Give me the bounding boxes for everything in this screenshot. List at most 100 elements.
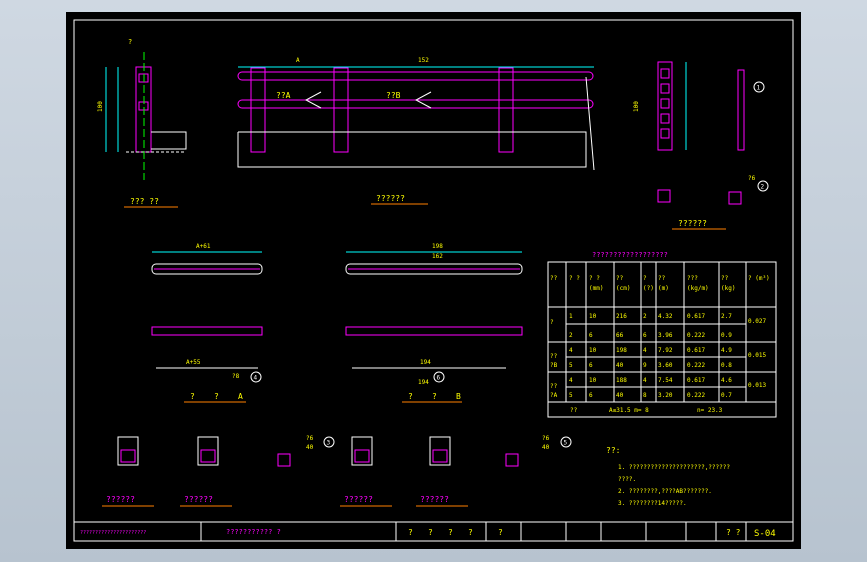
plan-caption: ?????? <box>376 194 405 203</box>
side-hole-5 <box>660 128 670 139</box>
post-2 <box>333 67 349 153</box>
title-cell-6: ? ? <box>726 528 741 537</box>
table-header-cell: (kg/m) <box>687 285 709 292</box>
rail-b-mid-dim: 162 <box>432 253 443 260</box>
note-3: 3. ????????14?????. <box>618 500 687 507</box>
table-cell: 10 <box>589 313 597 320</box>
table-cell: 4 <box>643 377 647 384</box>
table-cell: 216 <box>616 313 627 320</box>
table-cell: 0.9 <box>721 332 732 339</box>
title-drawing-name: ??????????? ? <box>226 528 281 536</box>
table-header-cell: ??? <box>687 275 698 282</box>
rail-b-caption-1: ? <box>408 392 413 401</box>
table-cell: 0.8 <box>721 362 732 369</box>
table-cell: 4.9 <box>721 347 732 354</box>
table-volume-cell: 0.013 <box>748 382 766 389</box>
table-cell: 1 <box>569 313 573 320</box>
table-cell: 4.32 <box>658 313 673 320</box>
rail-a-detail <box>151 251 263 383</box>
side-caption: ?????? <box>678 219 707 228</box>
detail-sections <box>117 436 572 467</box>
table-cell: 2.7 <box>721 313 732 320</box>
table-cell: 10 <box>589 377 597 384</box>
table-group-name: ?B <box>550 362 558 369</box>
table-group-name: ?? <box>550 383 558 390</box>
rail-a-rebar-mark: ?8 <box>232 373 240 380</box>
table-cell: 4 <box>569 377 573 384</box>
mid-rail <box>237 99 594 109</box>
sheet-number: S-04 <box>754 529 776 539</box>
title-project: ?????????????????????? <box>80 530 146 536</box>
table-cell: 40 <box>616 362 624 369</box>
span-dim: 152 <box>418 57 429 64</box>
detail-caption-2: ?????? <box>184 495 213 504</box>
rail-a-rebar-length: A+55 <box>186 359 201 366</box>
post-side-view <box>657 61 769 205</box>
rail-b-rebar-length: 194 <box>420 359 431 366</box>
table-cell: 0.617 <box>687 347 705 354</box>
table-footer-cell: A≤31.5 m= 8 <box>609 407 649 414</box>
table-footer-cell: ?? <box>570 407 578 414</box>
top-rail <box>237 71 594 81</box>
table-cell: 3.60 <box>658 362 673 369</box>
circle-2-label: 2 <box>761 184 765 191</box>
table-cell: 6 <box>589 332 593 339</box>
stirrup-5-len: 40 <box>542 444 550 451</box>
stirrup-5-mark: ?6 <box>542 435 550 442</box>
rail-b-detail <box>345 251 523 383</box>
rail-a-circle-label: 4 <box>254 375 258 382</box>
table-cell: 6 <box>589 362 593 369</box>
stirrup-5-circle-label: 5 <box>564 440 568 447</box>
table-cells: ?? ? ? ? ? (mm)?? (cm)? (?)?? (m)??? (kg/m)?? (k… <box>550 275 770 414</box>
table-cell: 6 <box>589 392 593 399</box>
table-header-cell: (?) <box>643 285 654 292</box>
elevation-section-mark: ? <box>128 38 132 46</box>
span-a-dim: A <box>296 57 300 64</box>
panel-a-label: ??A <box>276 91 291 100</box>
rail-a-caption-3: A <box>238 392 243 401</box>
table-cell: 198 <box>616 347 627 354</box>
curb-section <box>151 131 187 150</box>
table-cell: 188 <box>616 377 627 384</box>
table-cell: 0.617 <box>687 377 705 384</box>
table-cell: 0.222 <box>687 332 705 339</box>
table-cell: 9 <box>643 362 647 369</box>
table-cell: 4.6 <box>721 377 732 384</box>
rail-elevation <box>237 66 595 171</box>
table-header-cell: ? ? <box>589 275 600 282</box>
elevation-height-dim: 100 <box>97 101 104 112</box>
title-cell-4: ? <box>468 528 473 537</box>
rail-a-caption-2: ? <box>214 392 219 401</box>
stirrup-3-len: 40 <box>306 444 314 451</box>
side-hole-3 <box>660 98 670 109</box>
table-cell: 6 <box>643 332 647 339</box>
rail-a-section <box>151 326 263 336</box>
table-cell: 7.92 <box>658 347 673 354</box>
detail-caption-4: ?????? <box>420 495 449 504</box>
table-volume-cell: 0.015 <box>748 352 766 359</box>
table-cell: 2 <box>569 332 573 339</box>
table-cell: 0.222 <box>687 362 705 369</box>
table-volume-cell: 0.027 <box>748 318 766 325</box>
stirrup-2 <box>728 191 742 205</box>
stirrup-3-mark: ?6 <box>306 435 314 442</box>
table-cell: 2 <box>643 313 647 320</box>
rail-b-rebar-total: 194 <box>418 379 429 386</box>
cad-drawing: 100 ? ??? ?? ??A ??B 152 A ?????? 100 1 … <box>73 19 794 542</box>
side-hole-4 <box>660 113 670 124</box>
table-header-cell: (mm) <box>589 285 603 292</box>
table-header-cell: ?? <box>616 275 624 282</box>
rail-a-top-dim: A+61 <box>196 243 211 250</box>
table-header-cell: ? ? <box>569 275 580 282</box>
panel-b-label: ??B <box>386 91 401 100</box>
table-cell: 0.222 <box>687 392 705 399</box>
detail-caption-1: ?????? <box>106 495 135 504</box>
side-rebar <box>737 69 745 151</box>
note-1: 1. ?????????????????????,?????? <box>618 464 730 471</box>
table-cell: 66 <box>616 332 624 339</box>
curb <box>237 131 587 168</box>
table-cell: 40 <box>616 392 624 399</box>
circle-1-label: 1 <box>757 85 761 92</box>
side-post <box>657 61 673 151</box>
stirrup-3-circle-label: 3 <box>327 440 331 447</box>
